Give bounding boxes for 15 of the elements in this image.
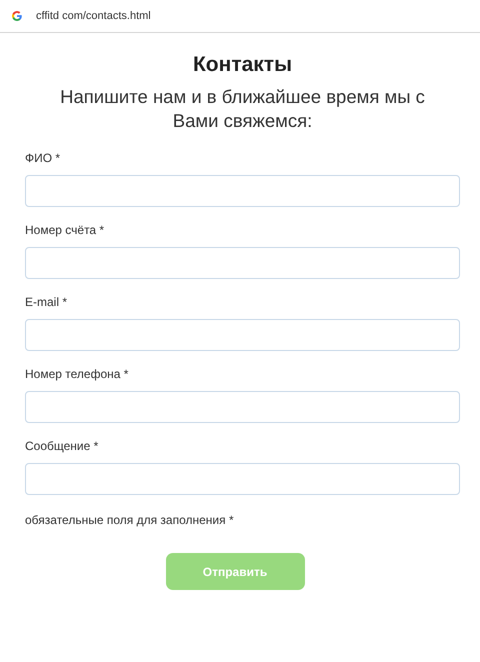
input-field[interactable] (25, 175, 460, 207)
input-field[interactable] (25, 391, 460, 423)
field-label: Сообщение * (25, 439, 100, 453)
required-note: обязательные поля для заполнения * (25, 513, 235, 527)
input-field[interactable] (25, 247, 460, 279)
input-field[interactable] (25, 463, 460, 495)
page-title: Контакты (192, 53, 294, 77)
field-label: Номер счёта * (25, 223, 106, 237)
field-label: Номер телефона * (25, 367, 130, 381)
page-subtitle: Напишите нам и в ближайшее время мы с Вами свяжемся: (59, 85, 426, 133)
field-label: E-mail * (25, 295, 68, 309)
field-label: ФИО * (25, 151, 62, 165)
input-field[interactable] (25, 319, 460, 351)
url-text[interactable]: cffitd com/contacts.html (36, 10, 151, 22)
google-icon (11, 10, 23, 22)
